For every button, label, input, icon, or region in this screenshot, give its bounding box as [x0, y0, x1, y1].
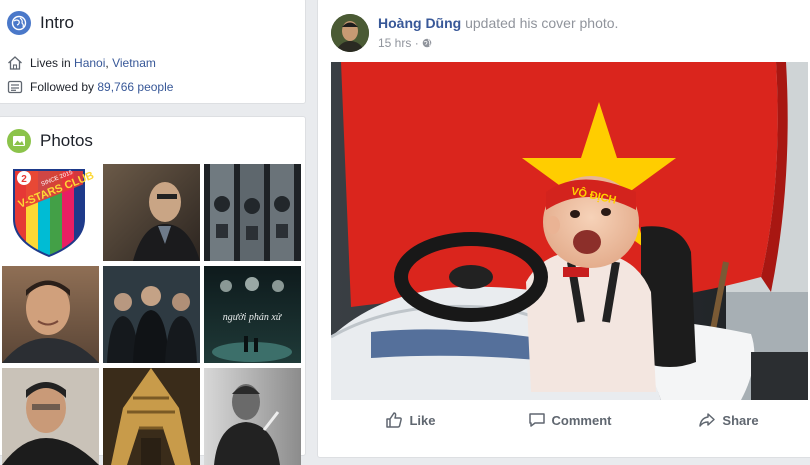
intro-title: Intro	[40, 13, 75, 32]
post-action-text: updated his cover photo.	[465, 15, 619, 31]
badge-number: 2	[21, 174, 27, 185]
photos-title: Photos	[40, 131, 93, 150]
rss-feed-icon	[7, 80, 23, 94]
author-link[interactable]: Hoàng Dũng	[378, 15, 461, 31]
photo-thumb-man-portrait[interactable]	[2, 266, 99, 363]
followed-by-row: Followed by 89,766 people	[7, 79, 173, 95]
intro-header: Intro	[7, 11, 74, 35]
comment-button[interactable]: Comment	[490, 403, 649, 437]
poster-title: người phán xử	[223, 312, 283, 323]
photo-thumb-vstars-logo[interactable]: 2 SINCE 2015 V-STARS CLUB	[2, 164, 99, 261]
thumbs-up-icon	[386, 412, 403, 428]
like-label: Like	[409, 412, 436, 428]
lives-sep: ,	[105, 56, 113, 70]
comment-icon	[528, 413, 545, 427]
avatar[interactable]	[331, 14, 369, 52]
meta-sep: ·	[411, 36, 423, 50]
intro-card: Intro Lives in Hanoi, Vietnam Followed b…	[0, 0, 306, 104]
post-timestamp[interactable]: 15 hrs	[378, 36, 411, 50]
photo-thumb-movie-poster[interactable]: người phán xử	[204, 266, 301, 363]
lives-city-link[interactable]: Hanoi	[74, 56, 105, 70]
photo-thumb-group-suits[interactable]	[103, 266, 200, 363]
comment-label: Comment	[551, 412, 612, 428]
photo-thumb-man-smoking[interactable]	[103, 164, 200, 261]
lives-in-label: Lives in	[30, 56, 71, 70]
photo-thumb-man-closeup[interactable]	[2, 368, 99, 465]
globe-privacy-icon[interactable]	[422, 38, 432, 48]
photo-icon	[7, 129, 31, 153]
share-button[interactable]: Share	[649, 403, 808, 437]
share-label: Share	[722, 412, 759, 428]
lives-country-link[interactable]: Vietnam	[112, 56, 156, 70]
post-actions: Like Comment Share	[331, 403, 808, 437]
photos-header: Photos	[7, 129, 93, 153]
post-card: Hoàng Dũng updated his cover photo. 15 h…	[317, 0, 810, 458]
photo-thumb-eiffel[interactable]	[103, 368, 200, 465]
share-icon	[699, 413, 716, 427]
globe-icon	[7, 11, 31, 35]
photo-thumb-tattoo-arm[interactable]	[204, 164, 301, 261]
home-icon	[8, 56, 22, 70]
post-meta: 15 hrs ·	[378, 36, 432, 50]
photos-card: Photos 2 SINCE 2015 V-STARS CLUB người p…	[0, 116, 306, 465]
photo-thumb-man-bw[interactable]	[204, 368, 301, 465]
post-title: Hoàng Dũng updated his cover photo.	[378, 15, 618, 31]
cover-photo[interactable]: VÔ ĐỊCH	[331, 62, 808, 400]
like-button[interactable]: Like	[331, 403, 490, 437]
lives-in-row: Lives in Hanoi, Vietnam	[7, 55, 156, 71]
followers-link[interactable]: 89,766 people	[97, 80, 173, 94]
followed-by-label: Followed by	[30, 80, 95, 94]
